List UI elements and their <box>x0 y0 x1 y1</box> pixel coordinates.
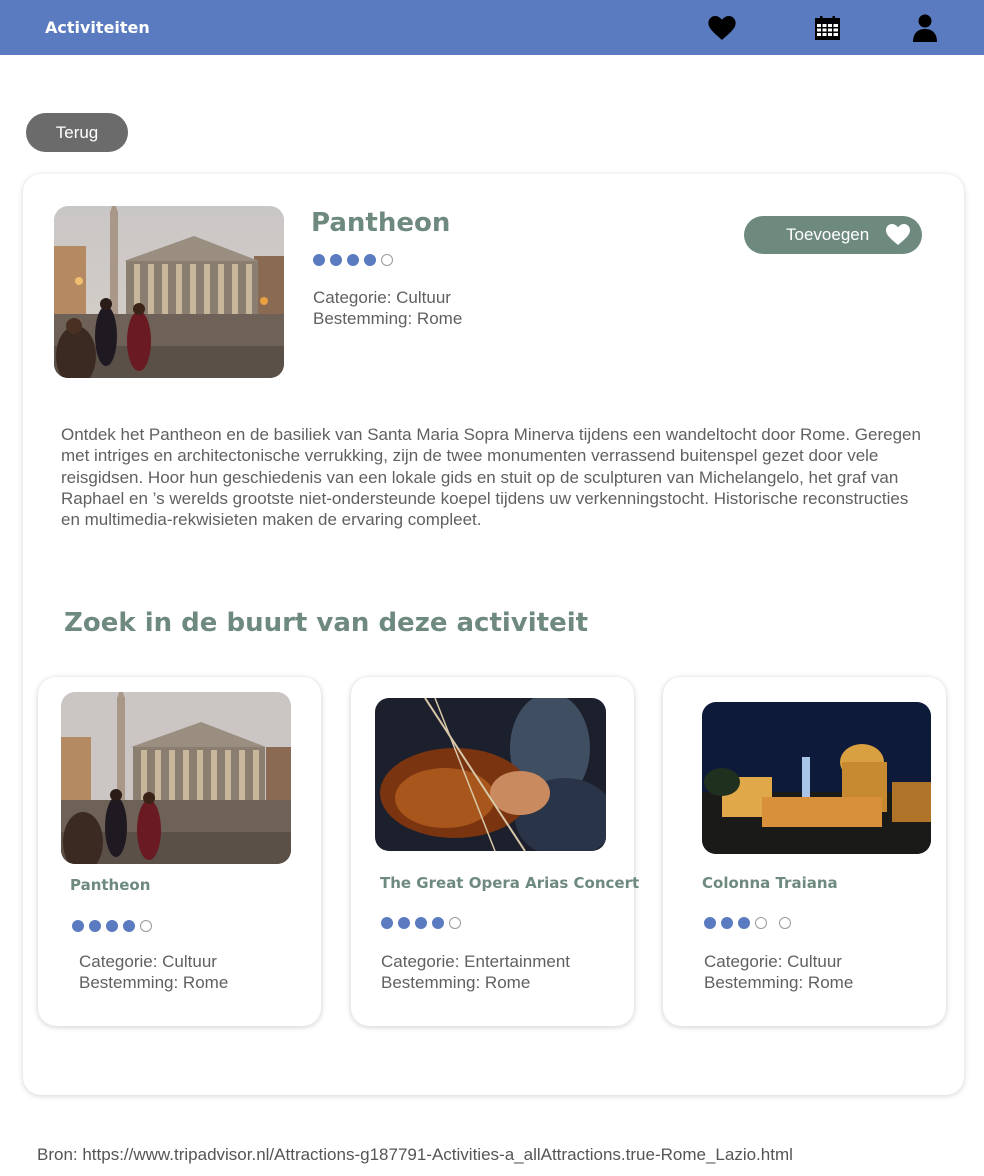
rating-dot-empty <box>779 917 791 929</box>
nearby-card[interactable]: Pantheon Categorie: Cultuur Bestemming: … <box>38 677 321 1026</box>
nearby-photo-opera-concert <box>375 698 606 851</box>
nearby-section-title: Zoek in de buurt van deze activiteit <box>64 608 589 638</box>
nearby-card-destination: Bestemming: Rome <box>79 973 229 992</box>
heart-icon[interactable] <box>707 13 737 43</box>
top-navigation-bar: Activiteiten <box>0 0 984 55</box>
add-to-favorites-button[interactable]: Toevoegen <box>744 216 922 254</box>
nearby-card-destination: Bestemming: Rome <box>381 973 531 992</box>
nearby-card-meta: Categorie: Entertainment Bestemming: Rom… <box>381 951 570 993</box>
rating-dot-filled <box>398 917 410 929</box>
user-icon[interactable] <box>910 13 940 43</box>
source-credit: Bron: https://www.tripadvisor.nl/Attract… <box>37 1145 793 1164</box>
rating-dot-filled <box>347 254 359 266</box>
rating-dot-filled <box>313 254 325 266</box>
calendar-icon[interactable] <box>812 13 842 43</box>
back-button[interactable]: Terug <box>26 113 128 152</box>
nearby-card[interactable]: Colonna Traiana Categorie: Cultuur Beste… <box>663 677 946 1026</box>
rating-stars <box>72 920 152 932</box>
rating-dot-filled <box>89 920 101 932</box>
rating-dot-filled <box>721 917 733 929</box>
rating-dot-filled <box>432 917 444 929</box>
rating-dot-filled <box>381 917 393 929</box>
nearby-card-title: Pantheon <box>70 876 151 894</box>
rating-dot-filled <box>704 917 716 929</box>
rating-dot-filled <box>123 920 135 932</box>
rating-dot-filled <box>106 920 118 932</box>
nearby-card-title: The Great Opera Arias Concert <box>380 874 640 892</box>
activity-meta: Categorie: Cultuur Bestemming: Rome <box>313 287 462 329</box>
activity-detail-card: Pantheon Categorie: Cultuur Bestemming: … <box>23 174 964 1095</box>
activity-destination: Bestemming: Rome <box>313 309 463 328</box>
rating-dot-empty <box>755 917 767 929</box>
nearby-card[interactable]: The Great Opera Arias Concert Categorie:… <box>351 677 639 1026</box>
nearby-card-category: Categorie: Cultuur <box>704 952 842 971</box>
rating-stars <box>704 917 791 929</box>
nearby-card-title: Colonna Traiana <box>702 874 838 892</box>
activity-category: Categorie: Cultuur <box>313 288 451 307</box>
rating-dot-filled <box>330 254 342 266</box>
rating-dot-filled <box>415 917 427 929</box>
rating-dot-filled <box>72 920 84 932</box>
rating-dot-empty <box>381 254 393 266</box>
app-title[interactable]: Activiteiten <box>45 18 150 37</box>
rating-stars <box>381 917 461 929</box>
activity-photo-pantheon <box>54 206 284 378</box>
nearby-photo-colonna-traiana <box>702 702 931 854</box>
nearby-card-meta: Categorie: Cultuur Bestemming: Rome <box>79 951 228 993</box>
rating-dot-empty <box>449 917 461 929</box>
nearby-photo-pantheon <box>61 692 291 864</box>
heart-icon <box>886 224 910 245</box>
activity-title: Pantheon <box>311 208 451 238</box>
rating-dot-empty <box>140 920 152 932</box>
nearby-card-category: Categorie: Cultuur <box>79 952 217 971</box>
rating-dot-filled <box>364 254 376 266</box>
nearby-card-destination: Bestemming: Rome <box>704 973 854 992</box>
add-button-label: Toevoegen <box>786 225 870 244</box>
nearby-card-category: Categorie: Entertainment <box>381 952 570 971</box>
rating-dot-filled <box>738 917 750 929</box>
activity-description: Ontdek het Pantheon en de basiliek van S… <box>61 425 921 530</box>
rating-stars <box>313 254 393 266</box>
nearby-card-meta: Categorie: Cultuur Bestemming: Rome <box>704 951 853 993</box>
